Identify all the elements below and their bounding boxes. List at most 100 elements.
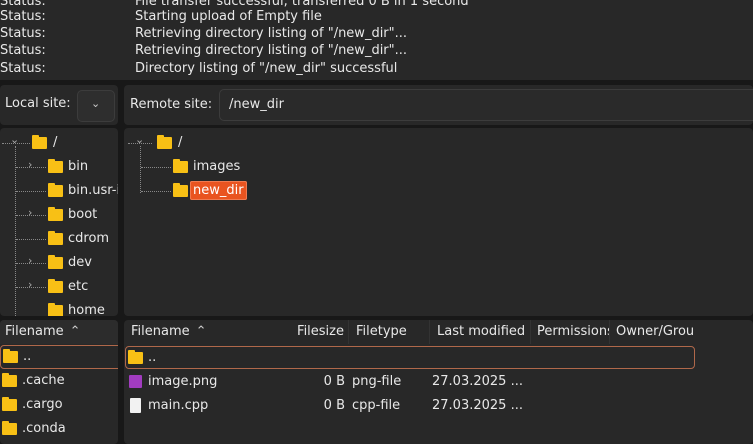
file-row-image-png[interactable]: image.png 0 B png-file 27.03.2025 ...	[124, 370, 694, 394]
file-name: main.cpp	[148, 398, 209, 413]
local-site-label: Local site:	[5, 96, 71, 111]
cpp-file-icon	[130, 398, 141, 413]
column-header-permissions[interactable]: Permissions	[532, 320, 610, 344]
local-directory-tree: ⌄ / › bin bin.usr-is-merged › boot cdrom…	[0, 128, 118, 316]
column-label: Filename	[131, 324, 190, 339]
column-label: Last modified	[437, 324, 526, 339]
file-row[interactable]: ..	[0, 345, 118, 369]
tree-label: /	[53, 135, 58, 150]
file-size: 0 B	[323, 374, 345, 389]
tree-node-dev[interactable]: dev	[48, 251, 92, 275]
file-type: cpp-file	[352, 398, 401, 413]
column-header-owner-group[interactable]: Owner/Group	[611, 320, 693, 344]
column-label: Filesize	[297, 324, 344, 339]
folder-icon	[48, 207, 63, 221]
remote-file-list: Filename ⌃ Filesize Filetype Last modifie…	[124, 320, 753, 444]
tree-node-images[interactable]: images	[173, 155, 240, 179]
file-row[interactable]: .cargo	[0, 393, 118, 417]
tree-node-bin-usr[interactable]: bin.usr-is-merged	[48, 179, 118, 203]
file-modified: 27.03.2025 ...	[432, 398, 523, 413]
column-header-filetype[interactable]: Filetype	[350, 320, 430, 344]
sort-ascending-icon: ⌃	[69, 324, 81, 339]
tree-label: images	[193, 159, 241, 174]
folder-open-icon	[173, 183, 188, 197]
chevron-right-icon[interactable]: ›	[28, 254, 32, 267]
file-row-parent[interactable]: ..	[125, 346, 695, 369]
image-file-icon	[129, 375, 142, 388]
chevron-down-icon: ⌄	[91, 97, 101, 110]
tree-node-root[interactable]: /	[32, 131, 57, 155]
file-name: ..	[148, 350, 157, 365]
column-header-filesize[interactable]: Filesize	[289, 320, 349, 344]
log-key: Status:	[0, 43, 46, 58]
tree-node-cdrom[interactable]: cdrom	[48, 227, 109, 251]
file-name: .cache	[22, 373, 65, 388]
column-header-filename[interactable]: Filename ⌃	[124, 320, 289, 344]
remote-site-input[interactable]: /new_dir	[219, 89, 753, 121]
log-key: Status:	[0, 61, 46, 76]
tree-node-new-dir[interactable]: new_dir	[173, 179, 247, 203]
remote-site-label: Remote site:	[130, 97, 213, 112]
remote-site-bar: Remote site: /new_dir	[124, 85, 753, 125]
file-name: .cargo	[22, 397, 63, 412]
file-name: .conda	[22, 421, 66, 436]
tree-node-etc[interactable]: etc	[48, 275, 88, 299]
folder-icon	[32, 135, 47, 149]
folder-icon	[48, 231, 63, 245]
tree-label: boot	[68, 207, 98, 222]
remote-directory-tree: ⌄ / images new_dir	[124, 128, 753, 316]
folder-icon	[48, 279, 63, 293]
tree-label: bin	[68, 159, 89, 174]
local-site-dropdown[interactable]: ⌄	[77, 90, 115, 122]
local-site-bar: Local site: ⌄	[0, 85, 118, 125]
folder-icon	[48, 183, 63, 197]
column-label: Filename	[5, 324, 64, 339]
message-log: Status: File transfer successful, transfe…	[0, 0, 753, 80]
tree-label: dev	[68, 255, 92, 270]
tree-node-boot[interactable]: boot	[48, 203, 97, 227]
chevron-down-icon[interactable]: ⌄	[135, 133, 144, 146]
tree-label-selected: new_dir	[190, 181, 247, 200]
tree-label: home	[68, 303, 105, 316]
chevron-right-icon[interactable]: ›	[28, 158, 32, 171]
file-type: png-file	[352, 374, 402, 389]
file-row[interactable]: .cache	[0, 369, 118, 393]
log-message: Retrieving directory listing of "/new_di…	[135, 26, 408, 41]
folder-icon	[2, 373, 17, 387]
tree-node-home[interactable]: home	[48, 299, 105, 316]
folder-icon	[48, 303, 63, 316]
tree-node-bin[interactable]: bin	[48, 155, 88, 179]
folder-icon	[157, 135, 172, 149]
tree-label: cdrom	[68, 231, 110, 246]
tree-label: bin.usr-is-merged	[68, 183, 118, 198]
folder-icon	[128, 350, 143, 364]
file-row[interactable]: .conda	[0, 417, 118, 441]
tree-node-root[interactable]: /	[157, 131, 182, 155]
chevron-down-icon[interactable]: ⌄	[10, 133, 19, 146]
log-key: Status:	[0, 9, 46, 24]
folder-icon	[48, 159, 63, 173]
column-label: Owner/Group	[616, 324, 693, 339]
folder-icon	[48, 255, 63, 269]
sort-ascending-icon: ⌃	[195, 324, 207, 339]
chevron-right-icon[interactable]: ›	[28, 206, 32, 219]
file-size: 0 B	[323, 398, 345, 413]
chevron-right-icon[interactable]: ›	[28, 278, 32, 291]
column-header-last-modified[interactable]: Last modified	[431, 320, 531, 344]
local-file-list: Filename ⌃ .. .cache .cargo .conda	[0, 320, 118, 444]
column-label: Filetype	[356, 324, 407, 339]
file-name: image.png	[148, 374, 218, 389]
column-label: Permissions	[537, 324, 610, 339]
log-message: Retrieving directory listing of "/new_di…	[135, 43, 408, 58]
log-message: Starting upload of Empty file	[135, 9, 322, 24]
folder-icon	[173, 159, 188, 173]
folder-icon	[3, 349, 18, 363]
folder-icon	[2, 421, 17, 435]
tree-label: /	[178, 135, 183, 150]
column-header-filename[interactable]: Filename ⌃	[0, 320, 118, 344]
file-row-main-cpp[interactable]: main.cpp 0 B cpp-file 27.03.2025 ...	[124, 394, 694, 418]
folder-icon	[2, 397, 17, 411]
remote-path-value: /new_dir	[229, 97, 284, 112]
log-message: Directory listing of "/new_dir" successf…	[135, 61, 398, 76]
log-key: Status:	[0, 26, 46, 41]
